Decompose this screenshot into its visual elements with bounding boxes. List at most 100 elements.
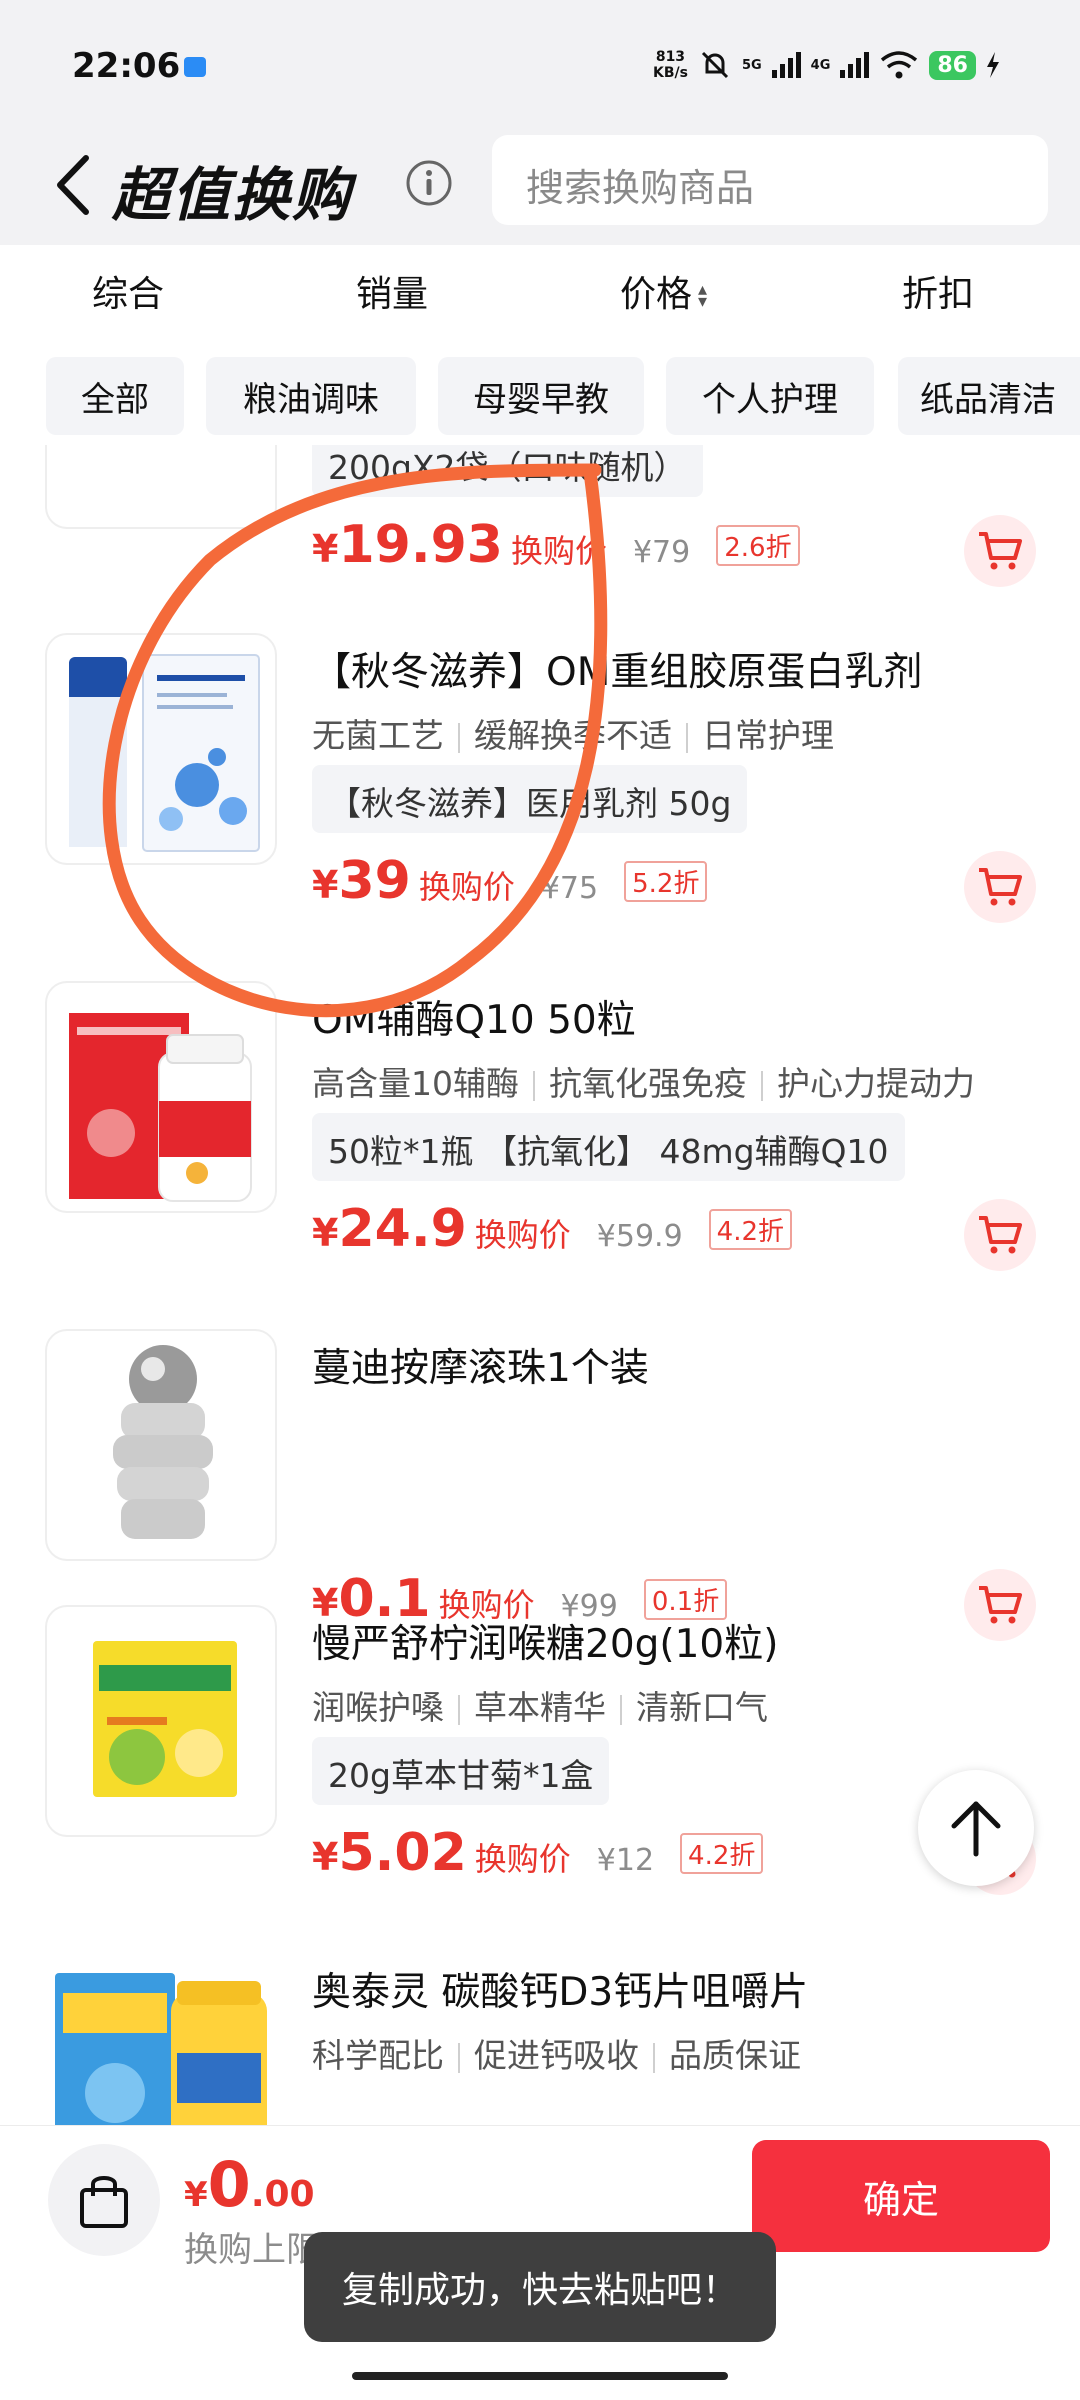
signal-5g-label: 5G: [741, 57, 762, 73]
product-tags: 科学配比 促进钙吸收 品质保证: [312, 2029, 801, 2077]
category-chip-mother-baby[interactable]: 母婴早教: [438, 357, 644, 435]
notification-app-icon: [184, 57, 206, 77]
original-price: ¥12: [596, 1843, 655, 1878]
product-tags: 高含量10辅酶 抗氧化强免疫 护心力提动力: [312, 1057, 975, 1105]
battery-level: 86: [929, 50, 976, 80]
price-line: ¥19.93 换购价 ¥79 2.6折: [312, 515, 800, 585]
discount-badge: 4.2折: [708, 1209, 793, 1250]
home-indicator[interactable]: [352, 2372, 728, 2380]
product-spec: 【秋冬滋养】医用乳剂 50g: [312, 765, 748, 833]
price-line: ¥5.02 换购价 ¥12 4.2折: [312, 1823, 764, 1893]
add-to-cart-button[interactable]: [964, 851, 1036, 923]
add-to-cart-button[interactable]: [964, 515, 1036, 587]
product-spec: 50粒*1瓶 【抗氧化】 48mg辅酶Q10: [312, 1113, 905, 1181]
search-placeholder: 搜索换购商品: [526, 166, 755, 210]
product-image: [45, 1329, 277, 1561]
collagen-emulsion-image: [69, 654, 260, 852]
signal-4g-label: 4G: [810, 57, 831, 73]
cart-icon: [979, 868, 1022, 906]
product-card[interactable]: 慢严舒柠润喉糖20g(10粒) 润喉护嗓 草本精华 清新口气 20g草本甘菊*1盒 …: [0, 1605, 1080, 1953]
product-tags: 润喉护嗓 草本精华 清新口气: [312, 1681, 768, 1729]
total-yen: ¥: [184, 2175, 208, 2215]
product-name: 蔓迪按摩滚珠1个装: [312, 1346, 649, 1391]
product-tag: 科学配比: [312, 2036, 444, 2075]
original-price: ¥79: [632, 535, 691, 570]
product-image: [45, 1953, 277, 2125]
product-tag: 草本精华: [474, 1688, 606, 1727]
confirm-button[interactable]: 确定: [752, 2140, 1050, 2252]
category-chips: 全部 粮油调味 母婴早教 个人护理 纸品清洁: [0, 345, 1080, 445]
status-time: 22:06: [72, 46, 181, 86]
product-card[interactable]: 奥泰灵 碳酸钙D3钙片咀嚼片 科学配比 促进钙吸收 品质保证: [0, 1953, 1080, 2125]
discount-badge: 2.6折: [716, 525, 800, 566]
charging-icon: [987, 52, 999, 78]
add-to-cart-button[interactable]: [964, 1199, 1036, 1271]
sort-bar: 综合 销量 价格 ▴ ▾ 折扣: [0, 245, 1080, 345]
swap-bag-button[interactable]: [48, 2144, 160, 2256]
net-speed-unit: KB/s: [652, 65, 688, 81]
total-integer: 0: [207, 2148, 251, 2221]
sort-tab-sales[interactable]: 销量: [356, 265, 428, 317]
net-speed-value: 813: [655, 49, 686, 65]
tag-divider: [458, 1694, 460, 1725]
signal-bars-icon: [840, 52, 870, 78]
product-spec: 200gX2袋（口味随机）: [312, 445, 703, 497]
category-chip-personal-care[interactable]: 个人护理: [666, 357, 874, 435]
product-image: [45, 633, 277, 865]
category-chip-all[interactable]: 全部: [46, 357, 184, 435]
category-chip-paper-cleaning[interactable]: 纸品清洁: [898, 357, 1080, 435]
yen-sign: ¥: [312, 1835, 339, 1879]
back-arrow-icon[interactable]: [50, 150, 100, 220]
shopping-bag-icon: [80, 2176, 128, 2228]
product-tag: 促进钙吸收: [474, 2036, 639, 2075]
original-price: ¥75: [540, 871, 599, 906]
cart-icon: [979, 1216, 1022, 1254]
info-icon[interactable]: [404, 158, 454, 208]
product-name: 慢严舒柠润喉糖20g(10粒): [312, 1622, 779, 1667]
mute-bell-icon: [701, 51, 728, 79]
status-icons: 813 KB/s 5G 4G 86: [653, 48, 1000, 82]
sort-tab-discount[interactable]: 折扣: [902, 265, 974, 317]
tag-divider: [458, 722, 460, 753]
cart-icon: [979, 532, 1022, 570]
calcium-tablet-image: [55, 1973, 267, 2125]
product-image: [45, 1605, 277, 1837]
total-price: ¥0.00: [184, 2148, 315, 2221]
search-input[interactable]: 搜索换购商品: [492, 135, 1048, 225]
swap-price: 39: [338, 851, 411, 911]
product-card[interactable]: OM辅酶Q10 50粒 高含量10辅酶 抗氧化强免疫 护心力提动力 50粒*1瓶 【…: [0, 981, 1080, 1329]
signal-bars-icon: [771, 52, 801, 78]
original-price: ¥59.9: [596, 1219, 683, 1254]
total-decimal: .00: [250, 2174, 315, 2215]
scroll-to-top-button[interactable]: [918, 1770, 1034, 1886]
product-tag: 缓解换季不适: [474, 716, 672, 755]
product-spec: 20g草本甘菊*1盒: [312, 1737, 610, 1805]
sort-tab-price-label: 价格: [620, 274, 693, 315]
massage-roller-image: [113, 1345, 213, 1539]
price-line: ¥39 换购价 ¥75 5.2折: [312, 851, 708, 921]
sort-tab-comprehensive[interactable]: 综合: [92, 265, 164, 317]
product-image: [45, 445, 277, 529]
discount-badge: 4.2折: [680, 1833, 764, 1874]
discount-badge: 5.2折: [624, 861, 708, 902]
tag-divider: [620, 1694, 622, 1725]
sort-tab-price[interactable]: 价格 ▴ ▾: [620, 265, 707, 317]
product-card[interactable]: 200gX2袋（口味随机） ¥19.93 换购价 ¥79 2.6折: [0, 445, 1080, 645]
swap-price-label: 换购价: [474, 1840, 571, 1878]
yen-sign: ¥: [312, 527, 339, 571]
arrow-up-icon: [951, 1801, 1001, 1857]
swap-price: 5.02: [338, 1823, 467, 1883]
product-tag: 无菌工艺: [312, 716, 444, 755]
tag-divider: [458, 2042, 460, 2073]
swap-price-label: 换购价: [510, 532, 607, 570]
page-title: 超值换购: [112, 161, 353, 229]
sort-toggle-icon: ▴ ▾: [698, 279, 708, 312]
category-chip-grain-oil[interactable]: 粮油调味: [206, 357, 416, 435]
product-tags: 无菌工艺 缓解换季不适 日常护理: [312, 709, 834, 757]
yen-sign: ¥: [312, 863, 339, 907]
product-card[interactable]: 【秋冬滋养】OM重组胶原蛋白乳剂 无菌工艺 缓解换季不适 日常护理 【秋冬滋养】医用…: [0, 633, 1080, 981]
product-image: [45, 981, 277, 1213]
product-tag: 品质保证: [669, 2036, 801, 2075]
wifi-icon: [881, 51, 918, 79]
coenzyme-q10-image: [69, 1013, 252, 1202]
